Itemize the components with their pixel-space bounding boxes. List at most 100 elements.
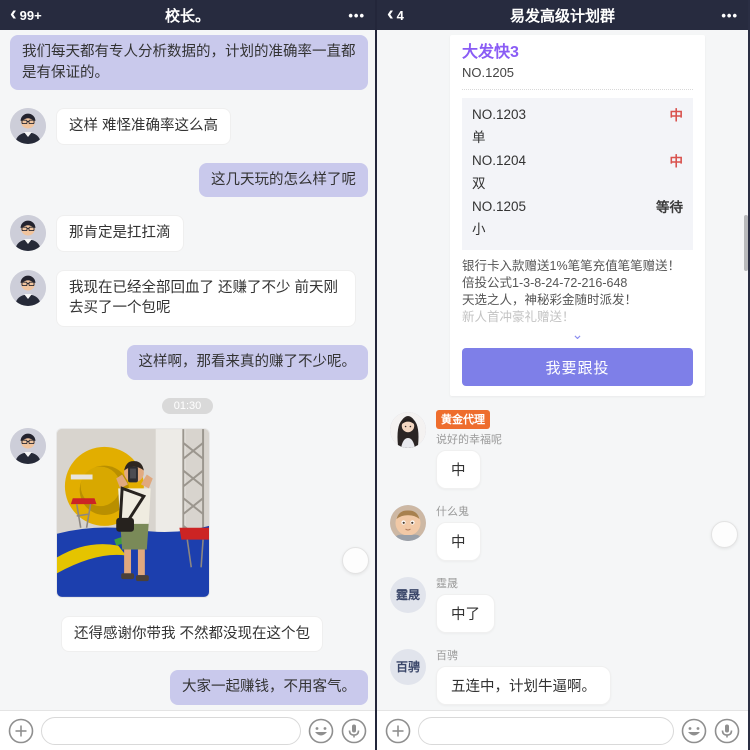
message-input[interactable]: [418, 716, 674, 745]
group-message-row: 黄金代理说好的幸福呢中: [384, 410, 741, 489]
message-row: 我们每天都有专人分析数据的，计划的准确率一直都是有保证的。: [7, 35, 368, 91]
message-bubble[interactable]: 我们每天都有专人分析数据的，计划的准确率一直都是有保证的。: [10, 35, 368, 91]
message-row: 大家一起赚钱，不用客气。: [7, 670, 368, 705]
follow-bet-button[interactable]: 我要跟投: [462, 348, 693, 386]
more-menu-button[interactable]: •••: [348, 8, 365, 23]
group-title: 易发高级计划群: [509, 7, 616, 25]
right-chat-header: ‹ 4 易发高级计划群 •••: [377, 0, 748, 30]
message-bubble[interactable]: 这样啊，那看来真的赚了不少呢。: [126, 345, 368, 380]
message-bubble[interactable]: 五连中，计划牛逼啊。: [436, 666, 611, 705]
row-result: 中: [669, 154, 684, 169]
promo-text-block: 银行卡入款赠送1%笔笔充值笔笔赠送！ 倍投公式1-3-8-24-72-216-64…: [462, 258, 693, 326]
baby-avatar-photo: [390, 505, 426, 541]
message-bubble[interactable]: 这几天玩的怎么样了呢: [199, 162, 368, 198]
group-message-body: 黄金代理说好的幸福呢中: [436, 410, 502, 489]
message-row: 这样 难怪准确率这么高: [7, 108, 368, 145]
member-name: 霆晟: [436, 578, 458, 590]
message-bubble[interactable]: 中: [436, 522, 481, 561]
member-name: 什么鬼: [436, 506, 469, 518]
message-bubble[interactable]: 大家一起赚钱，不用客气。: [170, 670, 368, 705]
sender-avatar[interactable]: [10, 215, 46, 252]
member-avatar[interactable]: 霆晟: [390, 577, 426, 613]
message-row: 这样啊，那看来真的赚了不少呢。: [7, 345, 368, 380]
group-message-body: 霆晟 中了: [436, 575, 495, 633]
back-chevron-icon: ‹: [387, 3, 394, 25]
sender-avatar[interactable]: [10, 269, 46, 306]
private-chat-screen: ‹ 99+ 校长。 ••• 我们每天都有专人分析数据的，计划的准确率一直都是有保…: [0, 0, 375, 750]
game-name: 大发快3: [462, 44, 519, 61]
woman-avatar-photo: [390, 412, 426, 448]
back-button[interactable]: ‹ 4: [387, 3, 404, 25]
message-bubble[interactable]: 中: [436, 450, 481, 489]
photo-message[interactable]: [56, 427, 210, 598]
row-result: 中: [669, 108, 684, 123]
row-issue: NO.1205: [472, 198, 527, 214]
row-result: 等待: [656, 200, 683, 215]
scrollbar-thumb[interactable]: [744, 215, 748, 271]
message-row: 我现在已经全部回血了 还赚了不少 前天刚去买了一个包呢: [7, 269, 368, 328]
message-input[interactable]: [41, 716, 301, 745]
voice-mic-button[interactable]: [341, 718, 367, 744]
minimize-chat-button[interactable]: [342, 547, 369, 578]
chat-title: 校长。: [164, 7, 211, 25]
member-avatar[interactable]: [390, 505, 426, 541]
member-name: 百骋: [436, 650, 458, 662]
member-avatar[interactable]: 百骋: [390, 649, 426, 685]
group-messages: 黄金代理说好的幸福呢中 什么鬼中霆晟霆晟中了百骋百骋五连中，计划牛逼啊。伊美伊美…: [384, 410, 741, 710]
right-message-list[interactable]: 大发快3 NO.1205 NO.1203 中单 NO.1204 中双 NO.1205 等待…: [377, 30, 748, 710]
dual-chat-screens: ‹ 99+ 校长。 ••• 我们每天都有专人分析数据的，计划的准确率一直都是有保…: [0, 0, 750, 750]
more-menu-button[interactable]: •••: [721, 8, 738, 23]
sender-avatar[interactable]: [10, 427, 46, 464]
left-input-bar: [0, 710, 375, 750]
plan-result-row: NO.1203 中单: [472, 104, 683, 146]
message-bubble[interactable]: 还得感谢你带我 不然都没现在这个包: [61, 615, 324, 653]
sender-avatar[interactable]: [10, 108, 46, 145]
message-row: 那肯定是扛扛滴: [7, 215, 368, 252]
man-avatar-illustration: [10, 108, 46, 145]
emoji-button[interactable]: [308, 718, 334, 744]
row-issue: NO.1204: [472, 152, 527, 168]
man-avatar-illustration: [10, 215, 46, 252]
promo-line: 银行卡入款赠送1%笔笔充值笔笔赠送！: [462, 259, 681, 273]
attach-plus-button[interactable]: [385, 718, 411, 744]
emoji-button[interactable]: [681, 718, 707, 744]
row-pick: 小: [472, 222, 486, 237]
message-row: 还得感谢你带我 不然都没现在这个包: [7, 615, 368, 653]
back-button[interactable]: ‹ 99+: [10, 3, 42, 25]
voice-mic-button[interactable]: [714, 718, 740, 744]
promo-line: 倍投公式1-3-8-24-72-216-648: [462, 276, 628, 290]
left-chat-header: ‹ 99+ 校长。 •••: [0, 0, 375, 30]
timestamp: 01:30: [161, 397, 214, 414]
message-row: 这几天玩的怎么样了呢: [7, 162, 368, 198]
promo-line: 天选之人，神秘彩金随时派发！: [462, 293, 638, 307]
back-chevron-icon: ‹: [10, 3, 17, 25]
message-bubble[interactable]: 这样 难怪准确率这么高: [56, 108, 232, 145]
member-role-badge: 黄金代理: [436, 410, 490, 429]
row-pick: 双: [472, 176, 486, 191]
message-bubble[interactable]: 我现在已经全部回血了 还赚了不少 前天刚去买了一个包呢: [56, 269, 356, 328]
man-avatar-illustration: [10, 269, 46, 306]
message-bubble[interactable]: 中了: [436, 594, 495, 633]
timestamp-row: 01:30: [7, 397, 368, 414]
expand-chevron-icon[interactable]: ⌄: [462, 327, 693, 341]
promo-line: 新人首冲豪礼赠送！: [462, 310, 575, 324]
left-message-list[interactable]: 我们每天都有专人分析数据的，计划的准确率一直都是有保证的。 这样 难怪准确率这么…: [0, 30, 375, 710]
row-issue: NO.1203: [472, 106, 527, 122]
attach-plus-button[interactable]: [8, 718, 34, 744]
lottery-plan-card: 大发快3 NO.1205 NO.1203 中单 NO.1204 中双 NO.1205 等待…: [450, 35, 705, 396]
group-message-body: 什么鬼中: [436, 503, 481, 561]
message-bubble[interactable]: 那肯定是扛扛滴: [56, 215, 184, 252]
mirror-selfie-photo-illustration: [57, 428, 209, 597]
minimize-chat-button[interactable]: [711, 521, 738, 552]
member-name: 说好的幸福呢: [436, 434, 502, 446]
man-avatar-illustration: [10, 427, 46, 464]
unread-count-badge: 4: [396, 7, 404, 23]
plan-result-row: NO.1204 中双: [472, 150, 683, 192]
dotted-divider: [462, 89, 693, 90]
right-input-bar: [377, 710, 748, 750]
row-pick: 单: [472, 130, 486, 145]
group-message-row: 霆晟 霆晟 中了: [384, 575, 741, 633]
plan-results-box: NO.1203 中单 NO.1204 中双 NO.1205 等待小: [462, 98, 693, 250]
member-avatar[interactable]: [390, 412, 426, 448]
group-message-row: 百骋 百骋 五连中，计划牛逼啊。: [384, 647, 741, 705]
